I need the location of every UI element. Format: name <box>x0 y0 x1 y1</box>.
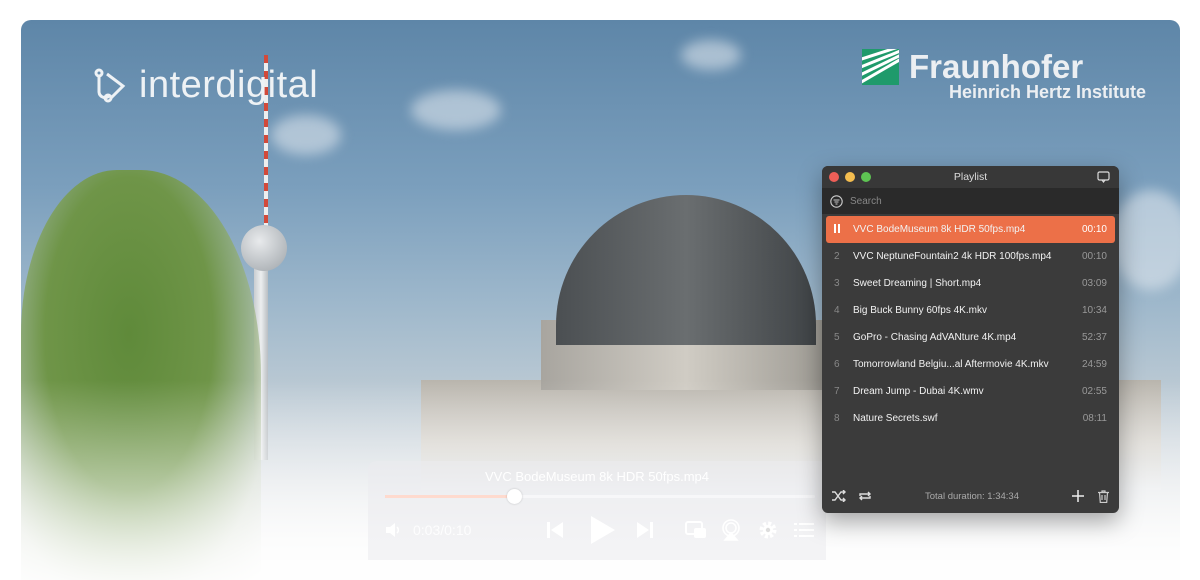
item-index: 4 <box>834 305 840 316</box>
fraunhofer-name: Fraunhofer <box>909 47 1084 85</box>
tv-tower-sphere <box>241 225 287 271</box>
playlist-window: Playlist VVC BodeMuseum 8k HDR 50fps.mp4… <box>822 166 1119 513</box>
picture-in-picture-icon[interactable] <box>685 520 707 540</box>
item-title: Dream Jump - Dubai 4K.wmv <box>853 386 984 397</box>
item-duration: 00:10 <box>1081 224 1107 235</box>
repeat-icon[interactable] <box>858 490 872 502</box>
item-duration: 10:34 <box>1081 305 1107 316</box>
playlist-footer: Total duration: 1:34:34 <box>822 479 1119 513</box>
playlist-item[interactable]: VVC BodeMuseum 8k HDR 50fps.mp4 00:10 <box>826 216 1115 243</box>
item-title: Big Buck Bunny 60fps 4K.mkv <box>853 305 987 316</box>
item-title: Tomorrowland Belgiu...al Aftermovie 4K.m… <box>853 359 1049 370</box>
cloud <box>681 40 741 70</box>
minimize-button[interactable] <box>845 172 855 182</box>
trash-icon[interactable] <box>1098 489 1109 503</box>
item-duration: 24:59 <box>1081 359 1107 370</box>
playlist-item[interactable]: 6 Tomorrowland Belgiu...al Aftermovie 4K.… <box>826 351 1115 378</box>
filter-icon <box>830 194 843 208</box>
item-title: VVC NeptuneFountain2 4k HDR 100fps.mp4 <box>853 251 1052 262</box>
item-title: GoPro - Chasing AdVANture 4K.mp4 <box>853 332 1017 343</box>
interdigital-wordmark: interdigital <box>139 64 319 106</box>
fraunhofer-subtitle: Heinrich Hertz Institute <box>949 82 1147 102</box>
settings-icon[interactable] <box>758 520 778 540</box>
airplay-icon[interactable] <box>721 519 741 541</box>
playlist-item[interactable]: 2 VVC NeptuneFountain2 4k HDR 100fps.mp4 0… <box>826 243 1115 270</box>
close-button[interactable] <box>829 172 839 182</box>
search-bar <box>822 188 1119 214</box>
cloud <box>1111 190 1180 290</box>
previous-icon[interactable] <box>545 520 565 540</box>
playlist-item[interactable]: 4 Big Buck Bunny 60fps 4K.mkv 10:34 <box>826 297 1115 324</box>
cloud <box>271 115 341 155</box>
add-icon[interactable] <box>1072 490 1084 502</box>
item-index: 6 <box>834 359 840 370</box>
search-input[interactable] <box>850 195 982 207</box>
playlist-titlebar: Playlist <box>822 166 1119 188</box>
seek-knob[interactable] <box>507 489 522 504</box>
item-duration: 03:09 <box>1081 278 1107 289</box>
museum-dome <box>556 195 816 345</box>
shuffle-icon[interactable] <box>832 490 846 502</box>
chat-icon[interactable] <box>1097 171 1110 183</box>
item-duration: 52:37 <box>1081 332 1107 343</box>
playlist-item[interactable]: 3 Sweet Dreaming | Short.mp4 03:09 <box>826 270 1115 297</box>
item-index: 8 <box>834 413 840 424</box>
item-index: 7 <box>834 386 840 397</box>
seek-progress <box>385 495 514 498</box>
playlist-item[interactable]: 5 GoPro - Chasing AdVANture 4K.mp4 52:37 <box>826 324 1115 351</box>
playlist-item[interactable]: 8 Nature Secrets.swf 08:11 <box>826 405 1115 432</box>
now-playing-title: VVC BodeMuseum 8k HDR 50fps.mp4 <box>485 469 709 484</box>
item-title: Sweet Dreaming | Short.mp4 <box>853 278 982 289</box>
fraunhofer-logo: Fraunhofer Heinrich Hertz Institute <box>854 48 1147 103</box>
item-index: 3 <box>834 278 840 289</box>
interdigital-logo: interdigital <box>93 64 318 107</box>
item-duration: 00:10 <box>1081 251 1107 262</box>
pause-icon <box>834 223 853 236</box>
playlist-icon[interactable] <box>794 521 814 539</box>
playlist-title: Playlist <box>953 171 988 183</box>
seek-bar[interactable] <box>385 489 815 504</box>
cloud <box>411 90 501 130</box>
next-icon[interactable] <box>635 520 655 540</box>
time-readout: 0:03/0:10 <box>413 522 472 538</box>
volume-icon[interactable] <box>385 521 403 539</box>
item-index: 2 <box>834 251 840 262</box>
playlist-item[interactable]: 7 Dream Jump - Dubai 4K.wmv 02:55 <box>826 378 1115 405</box>
item-title: VVC BodeMuseum 8k HDR 50fps.mp4 <box>853 224 1026 235</box>
item-index: 5 <box>834 332 840 343</box>
zoom-button[interactable] <box>861 172 871 182</box>
total-duration: Total duration: 1:34:34 <box>924 490 1019 502</box>
item-duration: 08:11 <box>1082 413 1107 424</box>
interdigital-logo-icon <box>94 68 126 102</box>
player-controls: VVC BodeMuseum 8k HDR 50fps.mp4 0:03/0:1… <box>368 461 826 560</box>
item-title: Nature Secrets.swf <box>853 413 938 424</box>
play-icon[interactable] <box>588 515 616 545</box>
fraunhofer-mark-icon <box>862 48 899 85</box>
item-duration: 02:55 <box>1081 386 1107 397</box>
